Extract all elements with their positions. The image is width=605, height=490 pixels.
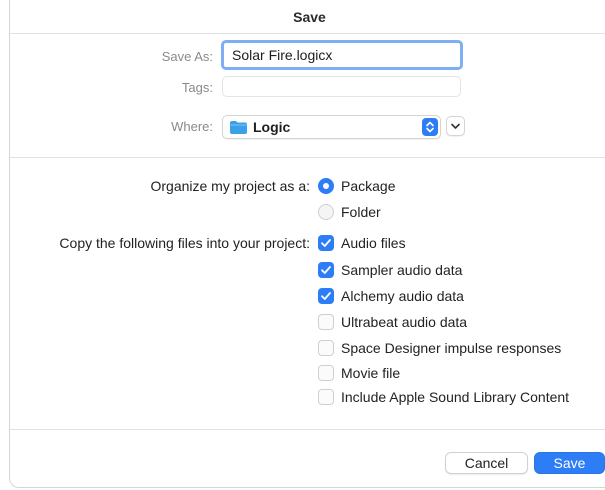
chevron-down-icon <box>451 123 460 129</box>
save-button[interactable]: Save <box>534 452 605 474</box>
cancel-button[interactable]: Cancel <box>445 452 528 474</box>
divider-bottom <box>10 429 605 430</box>
checkbox-space-designer-impulse-responses[interactable]: Space Designer impulse responses <box>318 339 561 357</box>
organize-label: Organize my project as a: <box>150 178 310 194</box>
tags-label: Tags: <box>181 80 213 95</box>
checkbox-unchecked-icon[interactable] <box>318 314 334 330</box>
radio-unselected-icon[interactable] <box>318 204 334 220</box>
checkbox-label: Alchemy audio data <box>341 288 464 304</box>
checkbox-checked-icon[interactable] <box>318 235 334 251</box>
radio-label: Folder <box>341 204 381 220</box>
save-as-label: Save As: <box>161 49 213 64</box>
checkbox-label: Include Apple Sound Library Content <box>341 389 570 405</box>
radio-package[interactable]: Package <box>318 177 395 195</box>
where-label: Where: <box>171 119 213 134</box>
radio-label: Package <box>341 178 396 194</box>
checkbox-checked-icon[interactable] <box>318 288 334 304</box>
checkbox-unchecked-icon[interactable] <box>318 389 334 405</box>
copy-files-label: Copy the following files into your proje… <box>59 235 310 251</box>
save-dialog: Save Save As: Tags: Where: Logic Organiz… <box>9 0 605 488</box>
radio-selected-icon[interactable] <box>318 178 334 194</box>
checkbox-alchemy-audio-data[interactable]: Alchemy audio data <box>318 287 464 305</box>
title-bar: Save <box>10 0 605 34</box>
folder-icon <box>230 121 247 134</box>
checkbox-label: Ultrabeat audio data <box>341 314 468 330</box>
checkbox-checked-icon[interactable] <box>318 262 334 278</box>
checkbox-movie-file[interactable]: Movie file <box>318 364 400 382</box>
expand-button[interactable] <box>446 116 465 136</box>
where-value: Logic <box>253 119 291 135</box>
dialog-title: Save <box>293 8 326 25</box>
checkbox-include-apple-sound-library-content[interactable]: Include Apple Sound Library Content <box>318 388 569 406</box>
radio-folder[interactable]: Folder <box>318 203 381 221</box>
tags-input[interactable] <box>222 76 461 97</box>
checkbox-sampler-audio-data[interactable]: Sampler audio data <box>318 261 462 279</box>
checkbox-label: Movie file <box>341 365 401 381</box>
save-as-input[interactable] <box>221 40 463 70</box>
divider-top <box>10 157 605 158</box>
where-popup[interactable]: Logic <box>222 115 441 139</box>
checkbox-label: Space Designer impulse responses <box>341 340 562 356</box>
checkbox-label: Sampler audio data <box>341 262 463 278</box>
checkbox-audio-files[interactable]: Audio files <box>318 234 406 252</box>
up-down-chevron-icon[interactable] <box>422 118 438 136</box>
checkbox-unchecked-icon[interactable] <box>318 365 334 381</box>
checkbox-label: Audio files <box>341 235 406 251</box>
checkbox-unchecked-icon[interactable] <box>318 340 334 356</box>
checkbox-ultrabeat-audio-data[interactable]: Ultrabeat audio data <box>318 313 467 331</box>
